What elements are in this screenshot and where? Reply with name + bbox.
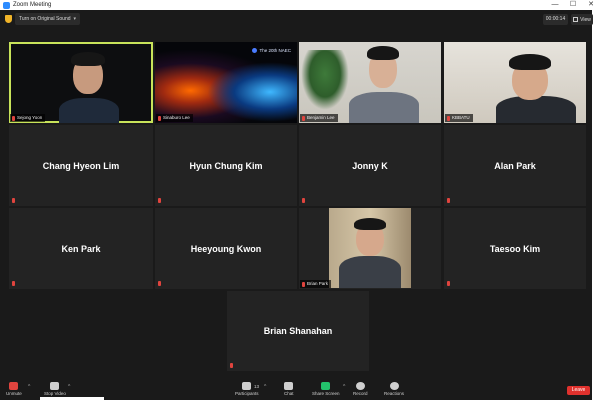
- muted-mic-icon: [158, 281, 161, 286]
- participant-profile-photo: [329, 208, 411, 288]
- muted-mic-icon: [12, 198, 15, 203]
- participant-name-label: Sinaburo Lee: [156, 114, 193, 122]
- muted-mic-icon: [302, 115, 305, 121]
- participants-count: 13: [254, 384, 260, 389]
- virtual-background: [207, 62, 297, 122]
- zoom-app-icon: [3, 1, 10, 9]
- participant-name: Brian Shanahan: [263, 326, 333, 336]
- participant-tile-brian-park[interactable]: Brian Park: [299, 208, 441, 289]
- background-overlay-tag: The 20th NAEC: [252, 48, 291, 53]
- participants-icon: [242, 382, 252, 390]
- participant-name: Alan Park: [494, 160, 536, 171]
- logo-icon: [252, 48, 258, 53]
- muted-mic-icon: [447, 115, 450, 121]
- participant-tile-ken-park[interactable]: Ken Park: [9, 208, 153, 289]
- window-edge: [592, 10, 600, 400]
- maximize-button[interactable]: ☐: [564, 0, 582, 10]
- chevron-down-icon[interactable]: ▾: [74, 16, 77, 22]
- view-button[interactable]: View: [571, 14, 593, 25]
- record-button[interactable]: Record: [353, 382, 368, 396]
- participant-tile-kbbatu[interactable]: KBBATU: [444, 42, 586, 123]
- muted-mic-icon: [12, 115, 15, 121]
- share-screen-arrow-icon: [321, 382, 331, 390]
- muted-mic-icon: [302, 281, 305, 287]
- participant-tile-benjamin-lee[interactable]: Benjamin Lee: [299, 42, 441, 123]
- audio-options-chevron-icon[interactable]: ^: [28, 384, 30, 390]
- participant-name: Taesoo Kim: [489, 243, 541, 254]
- participant-video: [59, 48, 119, 123]
- title-bar: Zoom Meeting — ☐ ✕: [0, 0, 600, 10]
- participant-name: Ken Park: [61, 243, 101, 254]
- participant-tile-jonny-k[interactable]: Jonny K: [299, 125, 441, 206]
- participant-video: [339, 216, 401, 288]
- original-sound-label: Turn on Original Sound: [19, 16, 71, 22]
- close-button[interactable]: ✕: [582, 0, 600, 10]
- participant-name: Jonny K: [352, 160, 388, 171]
- view-label: View: [580, 16, 591, 23]
- chat-button[interactable]: Chat: [284, 382, 294, 396]
- participant-name-label: Brian Park: [300, 280, 332, 288]
- participants-chevron-icon[interactable]: ^: [264, 384, 266, 390]
- participant-name: Chang Hyeon Lim: [42, 160, 120, 171]
- meeting-top-bar: Turn on Original Sound ▾ 00:00:14 View: [0, 10, 593, 30]
- participant-tile-sinaburo-lee[interactable]: The 20th NAEC Sinaburo Lee: [155, 42, 297, 123]
- participant-name-label: Sejong Yoon: [10, 114, 46, 122]
- participant-tile-chang-hyeon-lim[interactable]: Chang Hyeon Lim: [9, 125, 153, 206]
- leave-button[interactable]: Leave: [567, 386, 590, 395]
- participant-tile-sejong-yoon[interactable]: Sejong Yoon: [9, 42, 153, 123]
- reactions-button[interactable]: Reactions: [384, 382, 404, 396]
- participant-tile-alan-park[interactable]: Alan Park: [444, 125, 586, 206]
- meeting-timer: 00:00:14: [543, 14, 568, 25]
- original-sound-button[interactable]: Turn on Original Sound ▾: [15, 13, 81, 25]
- share-screen-button[interactable]: Share Screen: [312, 382, 340, 396]
- participant-video: [496, 50, 576, 123]
- participant-tile-taesoo-kim[interactable]: Taesoo Kim: [444, 208, 586, 289]
- participant-tile-brian-shanahan[interactable]: Brian Shanahan: [227, 291, 369, 371]
- participant-name-label: Benjamin Lee: [300, 114, 338, 122]
- record-icon: [355, 382, 365, 390]
- reaction-smile-icon: [389, 382, 399, 390]
- plant-background: [301, 50, 349, 110]
- muted-mic-icon: [230, 363, 233, 368]
- participant-name-label: KBBATU: [445, 114, 473, 122]
- muted-mic-icon: [302, 198, 305, 203]
- window-controls: — ☐ ✕: [546, 0, 600, 10]
- muted-mic-icon: [9, 382, 19, 390]
- zoom-meeting-window: Zoom Meeting — ☐ ✕ Turn on Original Soun…: [0, 0, 600, 400]
- muted-mic-icon: [447, 281, 450, 286]
- muted-mic-icon: [12, 281, 15, 286]
- gallery-view-icon: [573, 17, 579, 22]
- unmute-button[interactable]: Unmute: [6, 382, 22, 396]
- participant-name: Heeyoung Kwon: [190, 243, 262, 254]
- security-shield-icon[interactable]: [5, 15, 12, 23]
- minimize-button[interactable]: —: [546, 0, 564, 10]
- chat-bubble-icon: [284, 382, 294, 390]
- stop-video-button[interactable]: Stop Video: [44, 382, 66, 396]
- muted-mic-icon: [158, 115, 161, 121]
- video-options-chevron-icon[interactable]: ^: [68, 384, 70, 390]
- participant-name: Hyun Chung Kim: [189, 160, 263, 171]
- share-options-chevron-icon[interactable]: ^: [343, 384, 345, 390]
- video-camera-icon: [50, 382, 60, 390]
- participant-tile-heeyoung-kwon[interactable]: Heeyoung Kwon: [155, 208, 297, 289]
- muted-mic-icon: [158, 198, 161, 203]
- participant-video: [349, 44, 419, 123]
- muted-mic-icon: [447, 198, 450, 203]
- participant-tile-hyun-chung-kim[interactable]: Hyun Chung Kim: [155, 125, 297, 206]
- window-title: Zoom Meeting: [13, 2, 52, 8]
